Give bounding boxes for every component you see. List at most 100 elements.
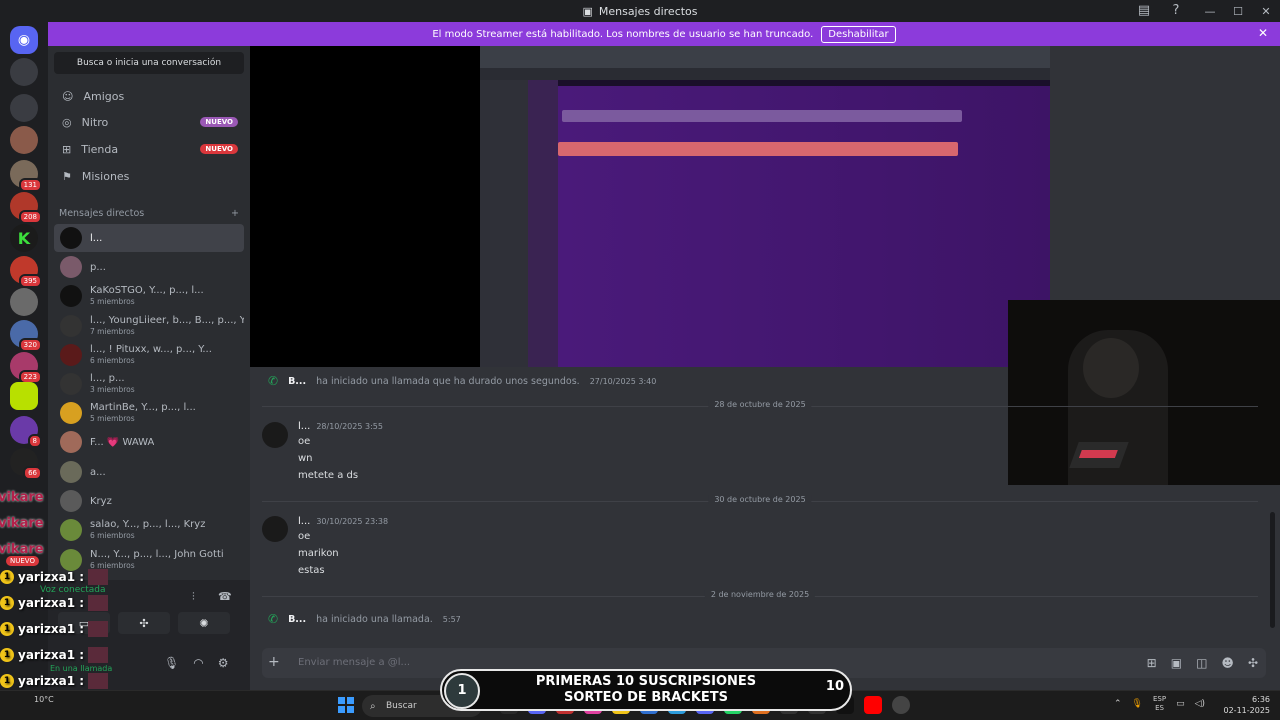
avatar[interactable]	[262, 422, 288, 448]
message-header: l... 30/10/2025 23:38	[298, 516, 389, 527]
avatar	[60, 431, 82, 453]
server-icon[interactable]	[10, 288, 38, 316]
server-icon[interactable]: 320	[10, 320, 42, 352]
avatar	[60, 461, 82, 483]
help-icon[interactable]: ?	[1168, 3, 1184, 19]
gift-icon[interactable]: ⊞	[1147, 656, 1157, 670]
title-bar: ▣ Mensajes directos ▤ ? — ☐ ✕	[0, 0, 1280, 22]
nav-nitro[interactable]: ◎ Nitro NUEVO	[54, 110, 244, 134]
avatar	[60, 315, 82, 337]
chat-overlay-line: 1 yarizxa1 :	[0, 595, 109, 611]
dm-list-item[interactable]: l...	[54, 224, 244, 252]
close-icon[interactable]: ✕	[1258, 26, 1268, 40]
weather-widget[interactable]: 10°C	[34, 695, 54, 704]
composer-placeholder: Enviar mensaje a @l...	[298, 657, 411, 668]
webcam-feed	[1008, 300, 1280, 485]
input-language[interactable]: ESP ES	[1153, 695, 1166, 713]
avatar	[60, 344, 82, 366]
unread-badge: 395	[18, 274, 42, 288]
server-icon[interactable]	[10, 126, 38, 154]
maximize-button[interactable]: ☐	[1224, 5, 1252, 18]
disconnect-icon[interactable]: ☎	[218, 590, 232, 603]
emote-icon	[88, 647, 109, 663]
dm-list-item[interactable]: F... 💗 WAWA	[54, 428, 244, 456]
daw-playlist-window	[480, 46, 1050, 367]
sub-goal-title: PRIMERAS 10 SUSCRIPSIONES	[535, 674, 757, 689]
dm-list-item[interactable]: Kryz	[54, 487, 244, 515]
dm-list-item[interactable]: KaKoSTGO, Y..., p..., l... 5 miembros	[54, 282, 244, 310]
dm-list-item[interactable]: l..., YoungLiieer, b..., B..., p..., Y..…	[54, 312, 244, 340]
minimize-button[interactable]: —	[1196, 5, 1224, 18]
server-icon[interactable]: 66	[10, 448, 42, 480]
emote-icon	[88, 673, 109, 689]
emoji-icon[interactable]: ☻	[1221, 656, 1234, 670]
media-player-icon[interactable]	[892, 696, 910, 714]
sticker-icon[interactable]: ◫	[1196, 656, 1207, 670]
nav-label: Tienda	[81, 142, 119, 156]
add-attachment-icon[interactable]: +	[268, 654, 280, 670]
dm-list-item[interactable]: l..., ! Pituxx, w..., p..., Y... 6 miembr…	[54, 341, 244, 369]
dm-list-item[interactable]: a...	[54, 458, 244, 486]
soundboard-button[interactable]: ✺	[178, 612, 230, 634]
coin-icon: 1	[0, 596, 14, 610]
avatar	[60, 490, 82, 512]
add-dm-button[interactable]: +	[231, 208, 239, 219]
activity-button[interactable]: ✣	[118, 612, 170, 634]
settings-gear-icon[interactable]: ⚙	[218, 656, 229, 670]
windows-start-icon[interactable]	[338, 697, 354, 713]
avatar[interactable]	[262, 516, 288, 542]
message-author[interactable]: l...	[298, 421, 310, 432]
quests-icon: ⚑	[62, 169, 72, 183]
discord-home-icon[interactable]: ◉	[10, 26, 38, 54]
message-author[interactable]: l...	[298, 516, 310, 527]
server-icon[interactable]	[10, 382, 38, 410]
dm-list-item[interactable]: l..., p... 3 miembros	[54, 370, 244, 398]
microphone-icon[interactable]: 🎙︎	[1132, 699, 1143, 709]
coin-icon: 1	[0, 622, 14, 636]
headphones-icon[interactable]: ◠	[193, 656, 203, 670]
server-icon[interactable]: 395	[10, 256, 42, 288]
avatar	[60, 256, 82, 278]
server-icon[interactable]: 208	[10, 192, 42, 224]
dm-list-item[interactable]: p...	[54, 253, 244, 281]
inbox-icon[interactable]: ▤	[1136, 3, 1152, 19]
nav-shop[interactable]: ⊞ Tienda NUEVO	[54, 137, 244, 161]
emote-icon	[88, 621, 109, 637]
network-icon[interactable]: ▭	[1176, 699, 1185, 709]
taskbar-clock[interactable]: 6:36 02-11-2025	[1224, 694, 1271, 716]
avatar	[60, 285, 82, 307]
nav-label: Amigos	[83, 89, 125, 103]
nav-label: Misiones	[81, 169, 130, 183]
close-button[interactable]: ✕	[1252, 5, 1280, 18]
nav-quests[interactable]: ⚑ Misiones	[54, 164, 244, 188]
server-icon[interactable]	[10, 94, 38, 122]
chevron-up-icon[interactable]: ⌃	[1114, 699, 1122, 709]
gif-icon[interactable]: ▣	[1171, 656, 1182, 670]
server-icon[interactable]: 223	[10, 352, 42, 384]
composer-icons: ⊞ ▣ ◫ ☻ ✣	[1147, 656, 1258, 670]
dm-list-item[interactable]: MartinBe, Y..., p..., l... 5 miembros	[54, 399, 244, 427]
window-controls: — ☐ ✕	[1196, 0, 1280, 22]
chat-overlay-name: vikare	[0, 542, 44, 557]
youtube-icon[interactable]	[864, 696, 882, 714]
daw-toolbar	[480, 46, 1050, 68]
disable-streamer-button[interactable]: Deshabilitar	[821, 25, 896, 43]
nav-friends[interactable]: ☺ Amigos	[54, 84, 244, 108]
audio-clip	[562, 110, 962, 122]
voice-signal-icon[interactable]: ⫶	[192, 590, 195, 604]
server-icon[interactable]	[10, 58, 38, 86]
conversation-search[interactable]: Busca o inicia una conversación	[54, 52, 244, 74]
server-icon[interactable]: 131	[10, 160, 42, 192]
chat-overlay-line: 1 yarizxa1 :	[0, 647, 109, 663]
voice-connected-label: Voz conectada	[40, 585, 106, 595]
dm-list-item[interactable]: salao, Y..., p..., l..., Kryz 6 miembros	[54, 516, 244, 544]
volume-icon[interactable]: ◁)	[1195, 699, 1205, 709]
nitro-icon: ◎	[62, 115, 72, 129]
microphone-icon[interactable]: 🎙︎	[164, 656, 179, 670]
chat-scrollbar[interactable]	[1270, 512, 1275, 628]
server-icon[interactable]: 8	[10, 416, 42, 448]
kick-server-icon[interactable]: K	[10, 224, 38, 252]
chat-overlay-name: vikare	[0, 490, 44, 505]
apps-icon[interactable]: ✣	[1248, 656, 1258, 670]
emote-icon	[88, 569, 109, 585]
